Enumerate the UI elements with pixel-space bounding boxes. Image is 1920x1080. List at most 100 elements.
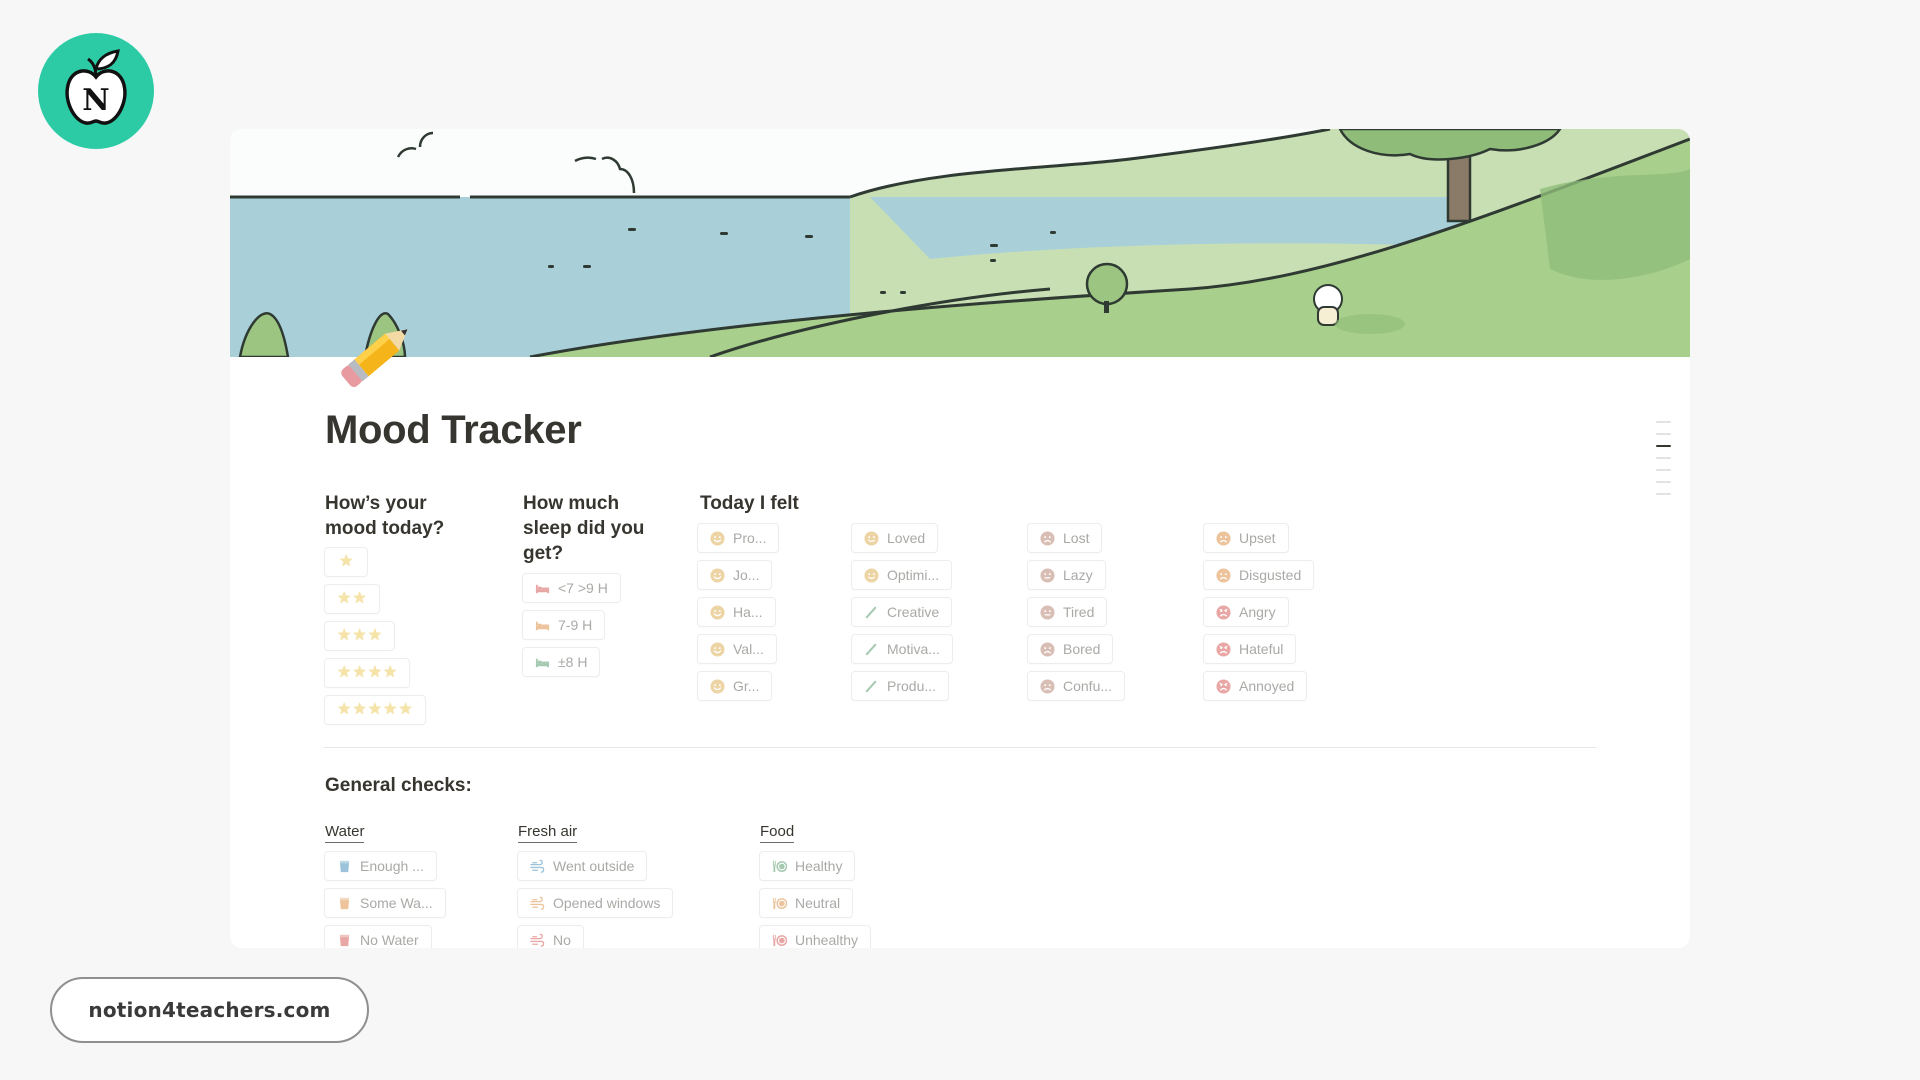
feelings-column-2: Loved Optimi... Creative Motiva... Produ... xyxy=(851,523,953,701)
star-icon: ★ xyxy=(337,664,352,681)
check-option-button[interactable]: Enough ... xyxy=(324,851,437,881)
toc-item-active[interactable] xyxy=(1656,445,1671,447)
check-option-button[interactable]: Went outside xyxy=(517,851,648,881)
option-label: Healthy xyxy=(795,858,843,874)
option-label: Lazy xyxy=(1063,567,1093,583)
check-option-button[interactable]: No Water xyxy=(324,925,432,948)
toc-item[interactable] xyxy=(1656,421,1671,423)
feeling-option-button[interactable]: Motiva... xyxy=(851,634,953,664)
star-icon: ★ xyxy=(367,664,383,681)
option-label: Enough ... xyxy=(360,858,424,874)
option-label: Val... xyxy=(733,641,764,657)
option-label: Opened windows xyxy=(553,895,661,911)
check-option-button[interactable]: Neutral xyxy=(759,888,854,918)
option-label: Jo... xyxy=(733,567,760,583)
mood-1-star-button[interactable]: ★ xyxy=(324,547,369,577)
feeling-option-button[interactable]: Loved xyxy=(851,523,939,553)
bed-icon xyxy=(535,581,550,596)
check-option-button[interactable]: Some Wa... xyxy=(324,888,446,918)
option-label: ±8 H xyxy=(558,654,588,670)
smile-face-icon xyxy=(710,567,725,583)
plate-icon xyxy=(772,933,787,948)
content-face-icon xyxy=(864,567,879,583)
sleep-heading-line2: sleep did you xyxy=(523,518,645,539)
feeling-option-button[interactable]: Lazy xyxy=(1027,560,1106,590)
feeling-option-button[interactable]: Angry xyxy=(1203,597,1289,627)
general-checks-heading: General checks: xyxy=(325,775,472,796)
mood-3-star-button[interactable]: ★ ★ ★ xyxy=(324,621,396,651)
sad-face-icon xyxy=(1216,567,1231,583)
smile-face-icon xyxy=(710,641,725,657)
site-link-button[interactable]: notion4teachers.com xyxy=(50,977,369,1043)
sleep-option-button[interactable]: 7-9 H xyxy=(522,610,606,640)
feeling-option-button[interactable]: Pro... xyxy=(697,523,780,553)
feeling-option-button[interactable]: Hateful xyxy=(1203,634,1297,664)
feeling-option-button[interactable]: Gr... xyxy=(697,671,773,701)
check-option-button[interactable]: No xyxy=(517,925,584,948)
sleep-option-button[interactable]: ±8 H xyxy=(522,647,601,677)
feeling-option-button[interactable]: Creative xyxy=(851,597,953,627)
table-of-contents[interactable] xyxy=(1656,421,1671,495)
sleep-heading: How much sleep did you get? xyxy=(523,491,644,566)
star-icon: ★ xyxy=(337,590,352,607)
check-option-button[interactable]: Healthy xyxy=(759,851,856,881)
feeling-option-button[interactable]: Confu... xyxy=(1027,671,1126,701)
sad-face-icon xyxy=(1040,530,1055,546)
mood-5-star-button[interactable]: ★ ★ ★ ★ ★ xyxy=(324,695,426,725)
smile-face-icon xyxy=(710,678,725,694)
option-label: Optimi... xyxy=(887,567,940,583)
feeling-option-button[interactable]: Jo... xyxy=(697,560,773,590)
cat-figure xyxy=(1313,284,1343,326)
wind-icon xyxy=(530,859,545,874)
angry-face-icon xyxy=(1216,678,1231,694)
pencil-icon xyxy=(864,679,879,694)
check-option-button[interactable]: Unhealthy xyxy=(759,925,872,948)
feeling-option-button[interactable]: Tired xyxy=(1027,597,1108,627)
feeling-option-button[interactable]: Optimi... xyxy=(851,560,953,590)
sleep-option-button[interactable]: <7 >9 H xyxy=(522,573,621,603)
glass-icon xyxy=(337,933,352,948)
toc-item[interactable] xyxy=(1656,493,1671,495)
star-icon: ★ xyxy=(352,664,367,681)
mood-4-star-button[interactable]: ★ ★ ★ ★ xyxy=(324,658,411,688)
feeling-option-button[interactable]: Disgusted xyxy=(1203,560,1315,590)
toc-item[interactable] xyxy=(1656,469,1671,471)
star-icon: ★ xyxy=(398,701,413,718)
feeling-option-button[interactable]: Bored xyxy=(1027,634,1114,664)
option-label: Motiva... xyxy=(887,641,940,657)
option-label: Ha... xyxy=(733,604,763,620)
toc-item[interactable] xyxy=(1656,457,1671,459)
notion-page: Mood Tracker How’s your mood today? ★ ★ ★… xyxy=(230,129,1690,948)
glass-icon xyxy=(337,859,352,874)
mood-heading-line1: How’s your xyxy=(325,493,427,514)
toc-item[interactable] xyxy=(1656,433,1671,435)
toc-item[interactable] xyxy=(1656,481,1671,483)
option-label: Angry xyxy=(1239,604,1276,620)
neutral-face-icon xyxy=(1040,567,1055,583)
plate-icon xyxy=(772,859,787,874)
star-icon: ★ xyxy=(352,590,367,607)
feeling-option-button[interactable]: Val... xyxy=(697,634,777,664)
check-option-button[interactable]: Opened windows xyxy=(517,888,674,918)
glass-icon xyxy=(337,896,352,911)
feeling-option-button[interactable]: Lost xyxy=(1027,523,1103,553)
feeling-option-button[interactable]: Ha... xyxy=(697,597,776,627)
plate-icon xyxy=(772,896,787,911)
option-label: Annoyed xyxy=(1239,678,1295,694)
cover-image[interactable] xyxy=(230,129,1690,357)
feeling-option-button[interactable]: Annoyed xyxy=(1203,671,1308,701)
neutral-face-icon xyxy=(1040,604,1055,620)
feelings-column-4: Upset Disgusted Angry Hateful Annoyed xyxy=(1203,523,1315,701)
feeling-option-button[interactable]: Produ... xyxy=(851,671,950,701)
landscape-illustration xyxy=(230,129,1690,357)
sleep-options: <7 >9 H 7-9 H ±8 H xyxy=(522,573,621,677)
option-label: Upset xyxy=(1239,530,1276,546)
star-icon: ★ xyxy=(383,701,398,718)
page-icon[interactable] xyxy=(326,307,426,407)
option-label: Tired xyxy=(1063,604,1095,620)
star-icon: ★ xyxy=(367,627,383,644)
feeling-option-button[interactable]: Upset xyxy=(1203,523,1289,553)
option-label: Went outside xyxy=(553,858,635,874)
mood-2-star-button[interactable]: ★ ★ xyxy=(324,584,380,614)
fresh-air-options: Went outside Opened windows No xyxy=(517,851,674,948)
